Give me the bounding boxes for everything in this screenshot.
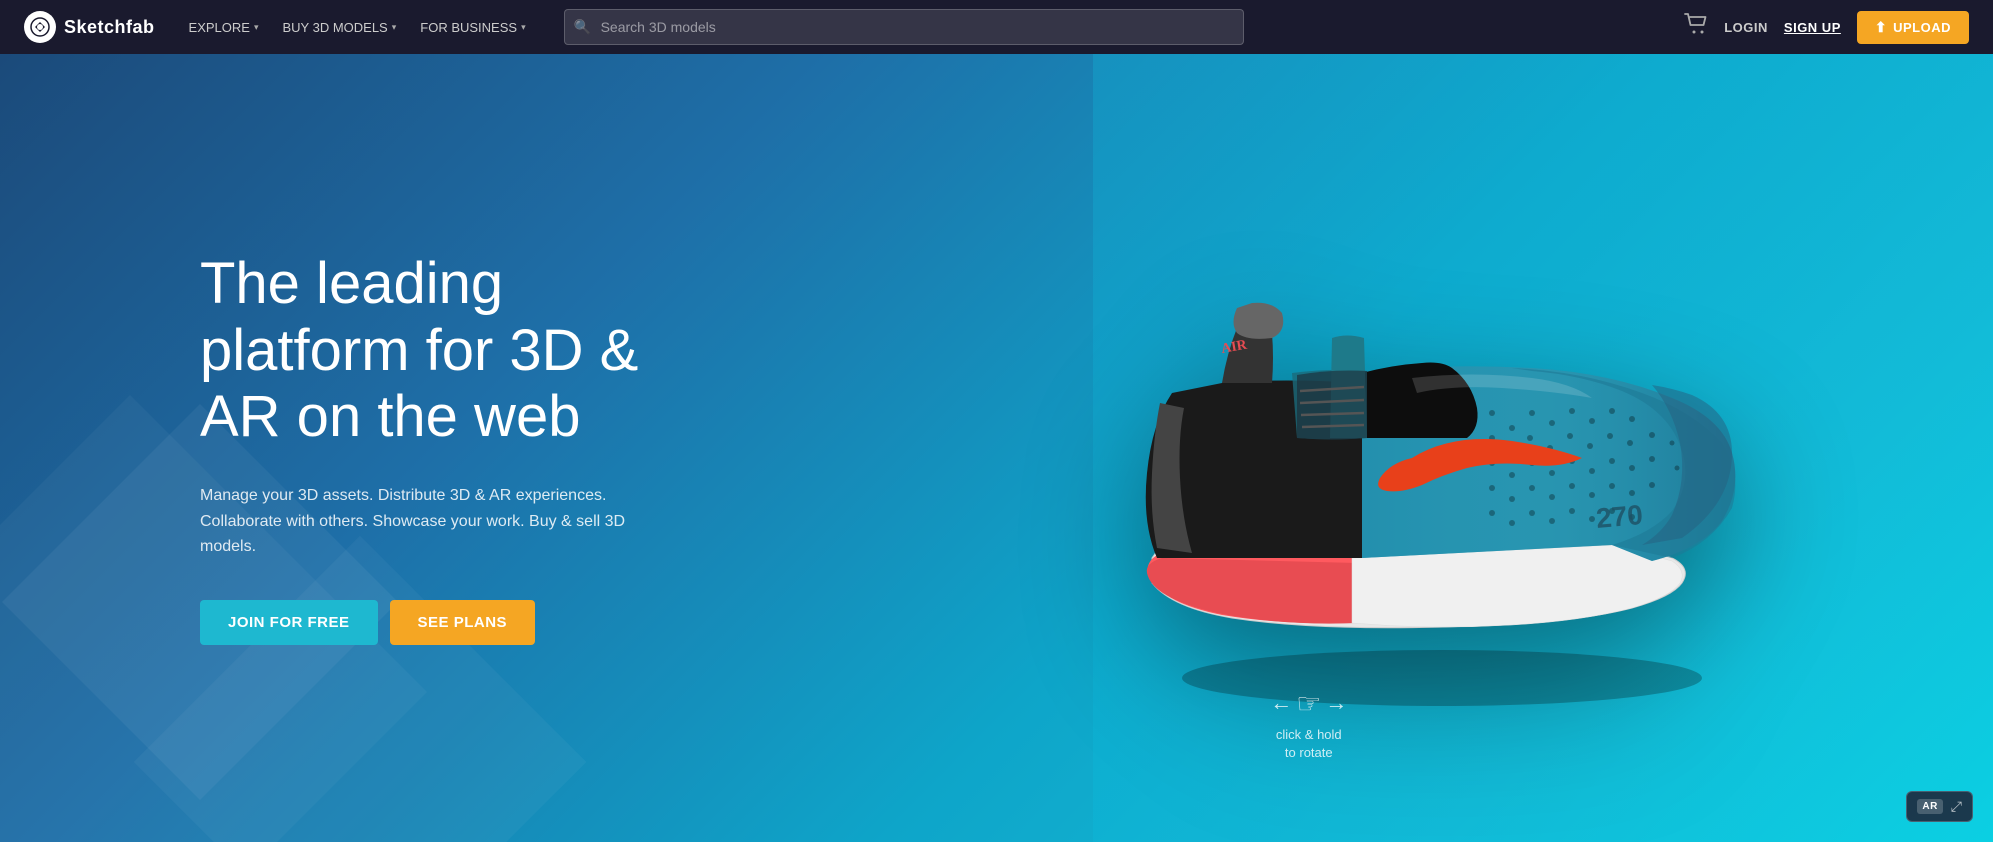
hero-subtext: Manage your 3D assets. Distribute 3D & A…	[200, 483, 640, 560]
rotate-arrows: ← ☞ →	[1270, 687, 1347, 720]
arrow-right-icon: →	[1325, 690, 1347, 716]
navbar: Sketchfab EXPLORE ▾ BUY 3D MODELS ▾ FOR …	[0, 0, 1993, 54]
ar-button[interactable]: AR ⤢	[1906, 791, 1973, 822]
nav-item-buy[interactable]: BUY 3D MODELS ▾	[272, 14, 406, 41]
join-free-button[interactable]: JOIN FOR FREE	[200, 600, 378, 645]
hero-headline: The leading platform for 3D & AR on the …	[200, 251, 640, 451]
hero-section: The leading platform for 3D & AR on the …	[0, 54, 1993, 842]
shoe-3d-viewer[interactable]: 270 AIR	[690, 104, 1993, 762]
svg-text:270: 270	[1594, 499, 1643, 534]
signup-link[interactable]: SIGN UP	[1784, 20, 1841, 35]
search-input[interactable]	[564, 9, 1244, 45]
upload-icon: ⬆	[1875, 19, 1887, 36]
nav-right: LOGIN SIGN UP ⬆ UPLOAD	[1684, 11, 1969, 44]
search-icon: 🔍	[574, 19, 591, 36]
logo-link[interactable]: Sketchfab	[24, 11, 155, 43]
nav-item-explore[interactable]: EXPLORE ▾	[179, 14, 269, 41]
hand-pointer-icon: ☞	[1296, 687, 1321, 720]
rotate-label: click & hold to rotate	[1276, 726, 1342, 762]
arrow-left-icon: ←	[1270, 690, 1292, 716]
chevron-down-icon: ▾	[254, 22, 259, 33]
hero-content: The leading platform for 3D & AR on the …	[0, 54, 1993, 842]
see-plans-button[interactable]: SEE PLANS	[390, 600, 536, 645]
hero-buttons: JOIN FOR FREE SEE PLANS	[200, 600, 640, 645]
logo-icon	[24, 11, 56, 43]
search-container: 🔍	[564, 9, 1244, 45]
rotate-hint: ← ☞ → click & hold to rotate	[1270, 687, 1347, 762]
hero-3d-model-area[interactable]: 270 AIR	[640, 54, 1993, 842]
cart-icon[interactable]	[1684, 13, 1708, 41]
fullscreen-icon: ⤢	[1951, 798, 1962, 815]
nav-item-business[interactable]: FOR BUSINESS ▾	[410, 14, 535, 41]
ar-badge-label: AR	[1917, 799, 1942, 814]
hero-text-block: The leading platform for 3D & AR on the …	[0, 251, 640, 645]
chevron-down-icon: ▾	[521, 22, 526, 33]
login-link[interactable]: LOGIN	[1724, 20, 1768, 35]
upload-button[interactable]: ⬆ UPLOAD	[1857, 11, 1969, 44]
chevron-down-icon: ▾	[392, 22, 397, 33]
shoe-svg: 270 AIR	[932, 143, 1752, 723]
logo-text: Sketchfab	[64, 17, 155, 38]
nav-menu: EXPLORE ▾ BUY 3D MODELS ▾ FOR BUSINESS ▾	[179, 14, 536, 41]
